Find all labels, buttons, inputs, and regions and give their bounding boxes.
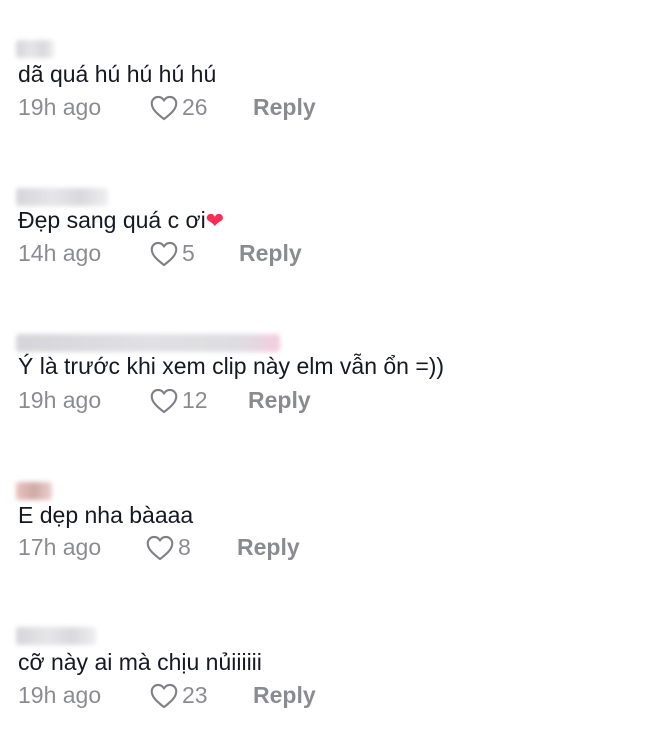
- username-blurred[interactable]: [16, 627, 96, 645]
- comment-time: 14h ago: [18, 240, 102, 266]
- heart-outline-icon: [150, 95, 178, 120]
- comment-text: dã quá hú hú hú hú: [18, 61, 217, 87]
- like-count: 23: [182, 682, 208, 708]
- comment-time: 19h ago: [18, 94, 102, 120]
- reply-button[interactable]: Reply: [239, 240, 302, 267]
- username-blurred[interactable]: [16, 482, 52, 500]
- username-blurred[interactable]: [16, 334, 280, 352]
- like-button[interactable]: 23: [150, 682, 208, 709]
- like-button[interactable]: 5: [150, 240, 195, 267]
- comment-text: E dẹp nha bàaaa: [18, 502, 194, 528]
- like-count: 8: [178, 534, 191, 560]
- comment-time: 17h ago: [18, 534, 102, 560]
- comment-text-body: Đẹp sang quá c ơi: [18, 207, 206, 233]
- like-count: 12: [182, 387, 208, 413]
- reply-button[interactable]: Reply: [253, 682, 316, 709]
- like-count: 5: [182, 240, 195, 266]
- reply-button[interactable]: Reply: [253, 94, 316, 121]
- comment-text: Đẹp sang quá c ơi❤: [18, 206, 224, 235]
- like-button[interactable]: 8: [146, 534, 191, 561]
- heart-outline-icon: [150, 683, 178, 708]
- like-button[interactable]: 12: [150, 387, 208, 414]
- username-blurred[interactable]: [16, 40, 54, 58]
- reply-button[interactable]: Reply: [237, 534, 300, 561]
- like-count: 26: [182, 94, 208, 120]
- comment-text: Ý là trước khi xem clip này elm vẫn ổn =…: [18, 353, 445, 379]
- heart-emoji-icon: ❤: [205, 208, 225, 233]
- heart-outline-icon: [150, 388, 178, 413]
- reply-button[interactable]: Reply: [248, 387, 311, 414]
- heart-outline-icon: [150, 241, 178, 266]
- comment-text: cỡ này ai mà chịu nủiiiiii: [18, 649, 262, 675]
- comment-time: 19h ago: [18, 682, 102, 708]
- like-button[interactable]: 26: [150, 94, 208, 121]
- comment-time: 19h ago: [18, 387, 102, 413]
- username-blurred[interactable]: [16, 188, 108, 206]
- heart-outline-icon: [146, 535, 174, 560]
